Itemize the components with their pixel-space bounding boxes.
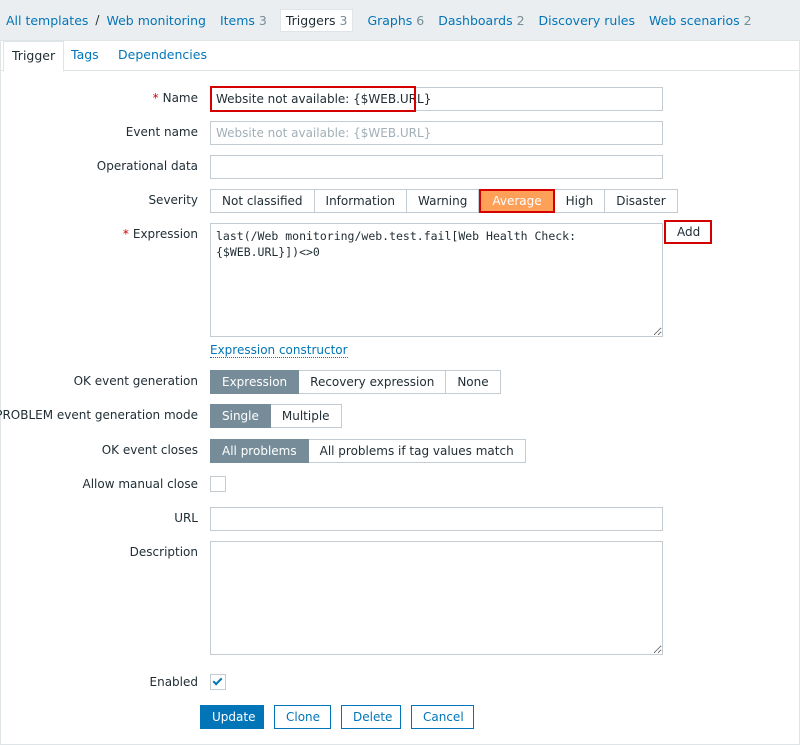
ok-event-generation-label: OK event generation [73, 374, 198, 388]
tab-tags[interactable]: Tags [71, 47, 99, 62]
nav-items-label: Items [219, 12, 255, 28]
nav-web-scenarios-label: Web scenarios [649, 12, 740, 28]
expression-label: * Expression [123, 227, 198, 241]
nav-dashboards-count: 2 [516, 12, 525, 28]
problem-mode-single[interactable]: Single [210, 404, 271, 428]
nav-graphs-link[interactable]: Graphs 6 [367, 13, 424, 28]
tab-trigger[interactable]: Trigger [3, 41, 65, 72]
breadcrumb-separator: / [95, 13, 100, 27]
ok-event-closes-label: OK event closes [101, 443, 198, 457]
nav-dashboards-link[interactable]: Dashboards 2 [438, 13, 524, 28]
event-name-label: Event name [125, 125, 198, 139]
cancel-button[interactable]: Cancel [411, 705, 474, 729]
severity-not-classified[interactable]: Not classified [210, 189, 315, 213]
add-expression-button[interactable]: Add [664, 220, 712, 244]
trigger-form-card: Trigger Tags Dependencies *Name Event na… [0, 40, 800, 745]
breadcrumb-nav: All templates / Web monitoring Items 3 Tr… [0, 0, 800, 40]
ok-closes-all-problems[interactable]: All problems [210, 439, 309, 463]
enabled-checkbox[interactable] [210, 674, 226, 690]
required-marker: * [122, 227, 129, 241]
template-name-link[interactable]: Web monitoring [106, 13, 205, 28]
expression-constructor-link[interactable]: Expression constructor [210, 343, 348, 358]
nav-graphs-label: Graphs [367, 12, 413, 28]
nav-dashboards-label: Dashboards [438, 12, 513, 28]
checkmark-icon [212, 675, 223, 686]
nav-items-count: 3 [258, 12, 267, 28]
expression-textarea[interactable] [210, 223, 663, 337]
update-button[interactable]: Update [200, 705, 264, 729]
severity-high[interactable]: High [554, 189, 606, 213]
operational-data-input[interactable] [210, 155, 663, 179]
nav-discovery-link[interactable]: Discovery rules [539, 13, 635, 28]
severity-warning[interactable]: Warning [407, 189, 480, 213]
nav-triggers-count: 3 [339, 12, 348, 28]
severity-selector: Not classified Information Warning Avera… [210, 189, 678, 213]
allow-manual-close-label: Allow manual close [82, 477, 198, 491]
nav-discovery-label: Discovery rules [538, 12, 636, 28]
nav-web-scenarios-count: 2 [743, 12, 752, 28]
problem-mode-label: PROBLEM event generation mode [0, 408, 198, 422]
ok-generation-none[interactable]: None [446, 370, 501, 394]
ok-closes-tag-match[interactable]: All problems if tag values match [308, 439, 526, 463]
allow-manual-close-checkbox[interactable] [210, 476, 226, 492]
expression-label-text: Expression [132, 227, 198, 241]
severity-disaster[interactable]: Disaster [605, 189, 678, 213]
name-label: * Name [153, 91, 198, 105]
nav-items-link[interactable]: Items 3 [220, 13, 267, 28]
clone-button[interactable]: Clone [274, 705, 331, 729]
description-textarea[interactable] [210, 541, 663, 655]
nav-web-scenarios-link[interactable]: Web scenarios 2 [649, 13, 752, 28]
ok-generation-expression[interactable]: Expression [210, 370, 300, 394]
form-tabs: Trigger Tags Dependencies [1, 41, 799, 72]
name-label-text: Name [162, 91, 198, 105]
enabled-label: Enabled [149, 675, 199, 689]
url-input[interactable] [210, 507, 663, 531]
required-marker: * [152, 91, 159, 105]
problem-mode-multiple[interactable]: Multiple [270, 404, 342, 428]
nav-graphs-count: 6 [416, 12, 425, 28]
severity-information[interactable]: Information [314, 189, 407, 213]
all-templates-link[interactable]: All templates [6, 13, 88, 28]
description-label: Description [129, 545, 198, 559]
ok-event-generation-selector: Expression Recovery expression None [210, 370, 501, 394]
event-name-input[interactable] [210, 121, 663, 145]
severity-average[interactable]: Average [479, 189, 555, 213]
url-label: URL [174, 511, 198, 525]
problem-mode-selector: Single Multiple [210, 404, 342, 428]
operational-data-label: Operational data [96, 159, 198, 173]
nav-triggers-link[interactable]: Triggers 3 [279, 8, 354, 32]
delete-button[interactable]: Delete [341, 705, 401, 729]
ok-generation-recovery-expression[interactable]: Recovery expression [299, 370, 447, 394]
name-input[interactable] [210, 87, 663, 111]
severity-label: Severity [148, 193, 198, 207]
nav-triggers-label: Triggers [285, 12, 336, 28]
tab-dependencies[interactable]: Dependencies [118, 47, 207, 62]
ok-event-closes-selector: All problems All problems if tag values … [210, 439, 526, 463]
